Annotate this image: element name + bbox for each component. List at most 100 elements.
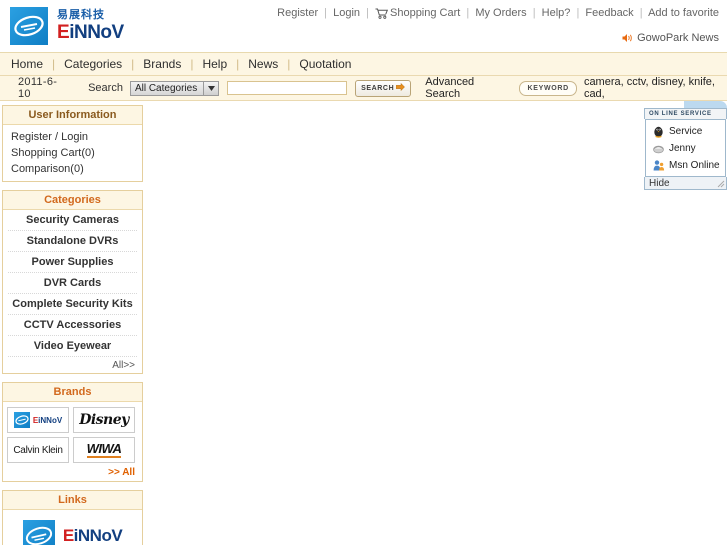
search-button[interactable]: SEARCH [355,79,412,97]
category-item-video-eyewear[interactable]: Video Eyewear [8,336,137,357]
online-service-hide-button[interactable]: Hide [644,177,727,190]
brands-grid: EiNNoV Disney Calvin Klein WIWA [3,402,142,463]
swoosh-shape-icon [14,15,44,37]
top-link-feedback[interactable]: Feedback [585,7,633,19]
site-logo[interactable]: 易展科技 EiNNoV [10,7,124,45]
logo-brand-prefix: E [57,22,70,43]
speaker-icon [622,33,634,46]
categories-title: Categories [3,191,142,210]
links-title: Links [3,491,142,510]
wiwa-brand-label: WIWA [86,441,122,458]
top-link-help[interactable]: Help? [542,7,571,19]
msn-icon [652,142,665,155]
search-label: Search [88,82,123,94]
nav-item-categories[interactable]: Categories [55,57,131,71]
top-link-register[interactable]: Register [277,7,318,19]
link-banner-einnov[interactable]: EiNNoV [13,517,133,545]
search-input[interactable] [227,81,348,95]
category-item-power-supplies[interactable]: Power Supplies [8,252,137,273]
links-panel: Links EiNNoV [2,490,143,545]
brands-title: Brands [3,383,142,402]
logo-text: 易展科技 EiNNoV [57,9,124,43]
online-service-item-msn-online[interactable]: Msn Online [646,157,725,174]
online-service-list: Service Jenny Msn Online [645,119,726,177]
news-label: GowoPark News [637,32,719,44]
category-item-complete-security-kits[interactable]: Complete Security Kits [8,294,137,315]
top-link-separator: | [466,7,470,19]
brands-panel: Brands EiNNoV Disney Calvin Klein WIWA >… [2,382,143,482]
einnov-brand-label: EiNNoV [32,415,63,425]
logo-brand-rest: iNNoV [69,22,124,43]
logo-brand-name: EiNNoV [57,23,124,42]
category-item-dvr-cards[interactable]: DVR Cards [8,273,137,294]
top-link-separator: | [639,7,643,19]
categories-panel: Categories Security Cameras Standalone D… [2,190,143,374]
top-link-add-to-favorite[interactable]: Add to favorite [648,7,719,19]
einnov-swoosh-logo-icon [22,520,55,545]
einnov-swoosh-logo-icon [13,412,30,428]
nav-item-news[interactable]: News [239,57,287,71]
einnov-brand-mark: EiNNoV [13,412,63,428]
search-button-label: SEARCH [361,84,395,92]
top-link-separator: | [324,7,328,19]
category-select[interactable]: All Categories [129,80,220,96]
category-select-value: All Categories [134,82,198,94]
person-icon [652,159,665,172]
user-information-list: Register / Login Shopping Cart(0) Compar… [3,125,142,181]
category-item-cctv-accessories[interactable]: CCTV Accessories [8,315,137,336]
keyword-list[interactable]: camera, cctv, disney, knife, cad, [584,76,727,100]
online-service-label: Service [669,126,703,137]
sidebar: User Information Register / Login Shoppi… [2,105,143,545]
brand-logo-disney[interactable]: Disney [73,407,135,433]
user-link-shopping-cart[interactable]: Shopping Cart(0) [11,145,142,161]
arrow-right-icon [396,82,406,93]
keyword-tag: KEYWORD [519,80,577,96]
chevron-down-icon[interactable] [203,81,219,95]
page-body: User Information Register / Login Shoppi… [0,101,727,545]
link-banner-label: EiNNoV [62,526,123,545]
disney-brand-label: Disney [79,412,129,428]
nav-item-help[interactable]: Help [193,57,236,71]
link-banner-prefix: E [62,526,74,545]
brands-all-link[interactable]: >> All [3,463,142,481]
top-links: Register | Login | Shopping Cart | My Or… [277,7,719,22]
categories-list: Security Cameras Standalone DVRs Power S… [3,210,142,373]
advanced-search-link[interactable]: Advanced Search [425,76,505,100]
current-date: 2011-6-10 [18,76,58,100]
shopping-cart-icon [375,8,389,22]
nav-item-brands[interactable]: Brands [134,57,190,71]
nav-item-quotation[interactable]: Quotation [290,57,360,71]
brand-logo-calvin-klein[interactable]: Calvin Klein [7,437,69,463]
main-navigation: Home | Categories | Brands | Help | News… [0,53,727,76]
brand-logo-wiwa[interactable]: WIWA [73,437,135,463]
link-banner-rest: iNNoV [73,526,123,545]
user-link-comparison[interactable]: Comparison(0) [11,161,142,177]
top-link-separator: | [576,7,580,19]
nav-item-home[interactable]: Home [2,57,52,71]
category-item-standalone-dvrs[interactable]: Standalone DVRs [8,231,137,252]
resize-grip-icon[interactable] [716,179,725,188]
top-link-separator: | [366,7,369,19]
online-service-item-jenny[interactable]: Jenny [646,140,725,157]
user-information-panel: User Information Register / Login Shoppi… [2,105,143,182]
calvin-klein-brand-label: Calvin Klein [13,444,63,456]
top-link-login[interactable]: Login [333,7,360,19]
news-ticker[interactable]: GowoPark News [622,32,719,46]
category-item-security-cameras[interactable]: Security Cameras [8,210,137,231]
online-service-label: Jenny [669,143,696,154]
search-bar: 2011-6-10 Search All Categories SEARCH A… [0,76,727,101]
user-information-title: User Information [3,106,142,125]
top-link-my-orders[interactable]: My Orders [475,7,526,19]
top-link-separator: | [532,7,536,19]
online-service-widget: ON LINE SERVICE Service Jenny Msn Online… [644,101,727,190]
online-service-tab-top [684,101,727,108]
online-service-hide-label: Hide [649,177,670,189]
brand-logo-einnov[interactable]: EiNNoV [7,407,69,433]
online-service-title: ON LINE SERVICE [644,108,727,119]
user-link-register-login[interactable]: Register / Login [11,129,142,145]
online-service-item-service[interactable]: Service [646,123,725,140]
site-header: 易展科技 EiNNoV Register | Login | Shopping … [0,0,727,53]
logo-chinese-name: 易展科技 [57,9,105,21]
top-link-shopping-cart[interactable]: Shopping Cart [390,7,460,19]
categories-all-link[interactable]: All>> [3,357,142,373]
